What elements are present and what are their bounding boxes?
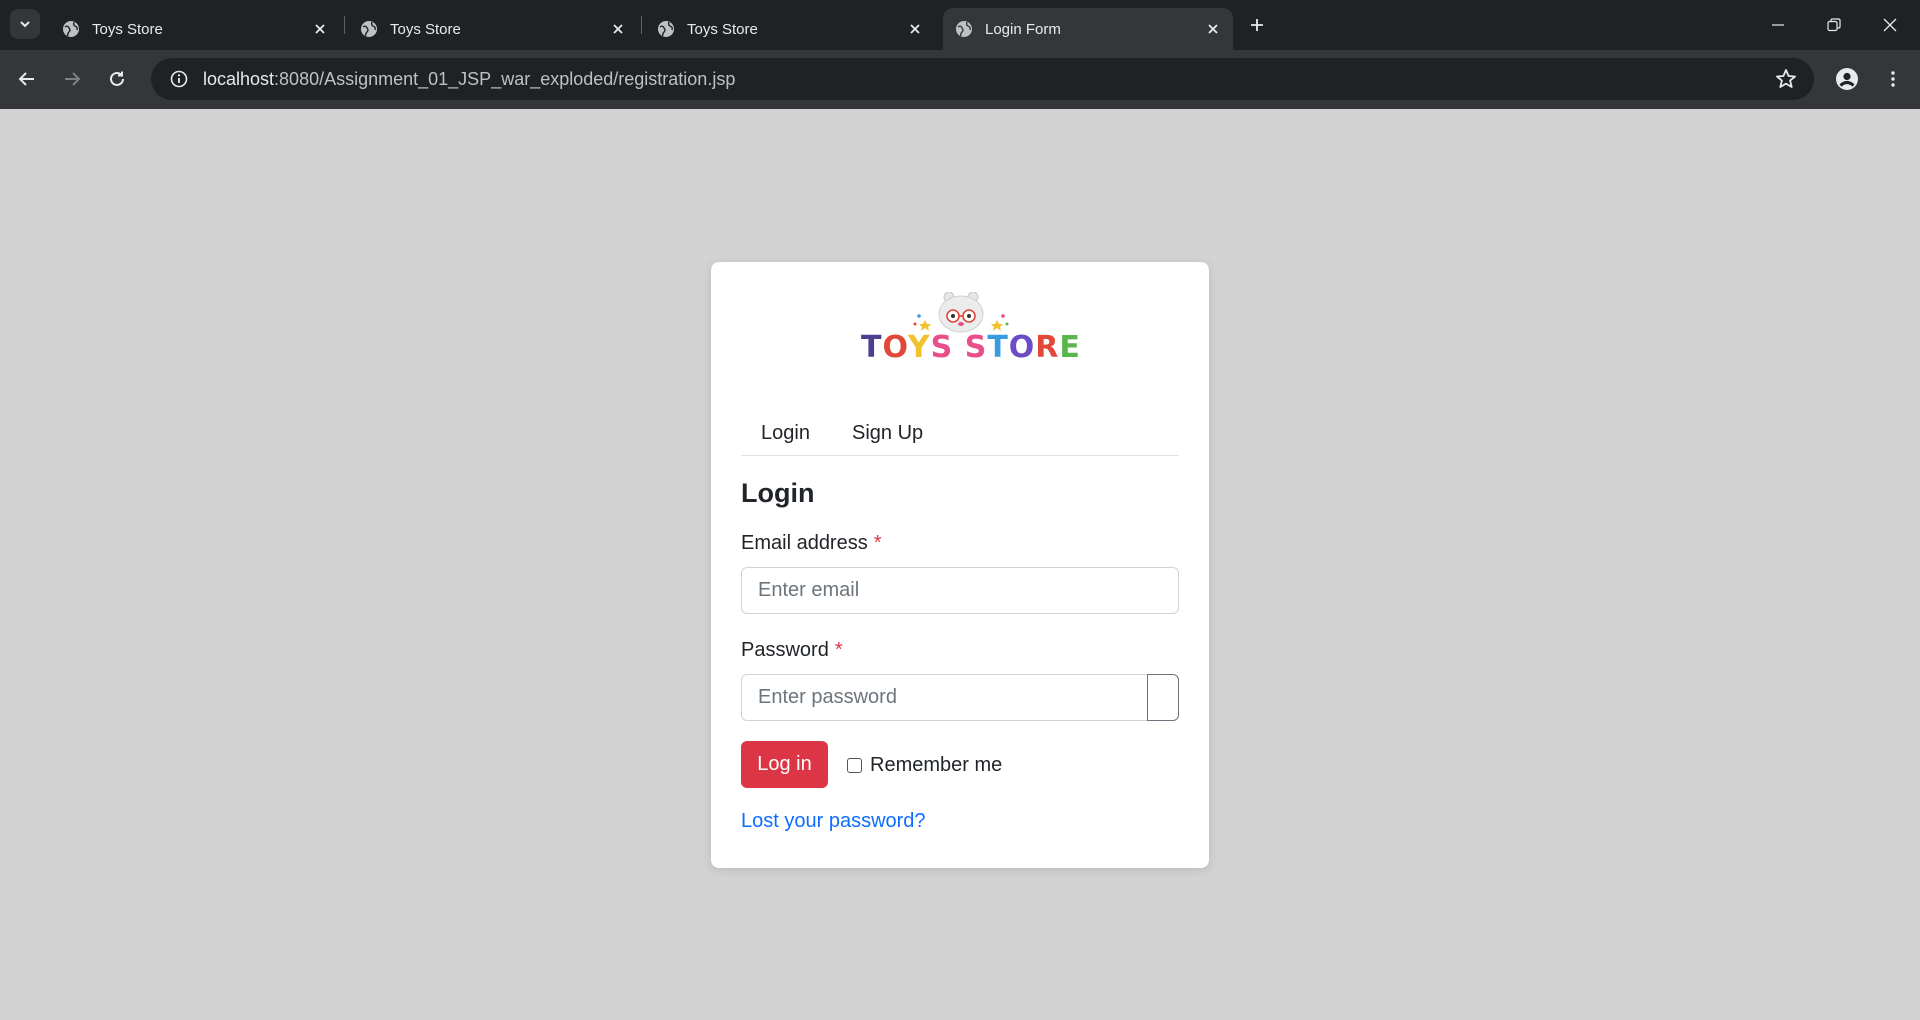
close-tab-icon[interactable] (1201, 17, 1225, 41)
restore-button[interactable] (1806, 0, 1862, 50)
form-heading: Login (741, 478, 815, 508)
back-button[interactable] (11, 63, 43, 95)
browser-tab-3[interactable]: Toys Store (645, 8, 935, 50)
lost-password-link[interactable]: Lost your password? (741, 810, 926, 833)
browser-tab-2[interactable]: Toys Store (348, 8, 638, 50)
logo-letter: Y (907, 330, 931, 365)
logo-letter: S (930, 330, 954, 365)
globe-icon (658, 21, 674, 37)
required-asterisk: * (873, 532, 882, 554)
browser-menu-button[interactable] (1877, 63, 1909, 95)
password-label: Password * (741, 639, 843, 662)
email-label-text: Email address (741, 532, 868, 554)
toys-store-logo: TOYS STORE (861, 292, 1080, 372)
globe-icon (63, 21, 79, 37)
bookmark-star-icon[interactable] (1774, 67, 1798, 91)
tab-login[interactable]: Login (761, 418, 810, 448)
new-tab-button[interactable] (1245, 12, 1269, 38)
tab-separator (344, 16, 345, 34)
logo-letter: T (987, 330, 1009, 365)
login-card: TOYS STORE Login Sign Up Login Email add… (711, 262, 1209, 868)
browser-tab-4-active[interactable]: Login Form (943, 8, 1233, 50)
globe-icon (956, 21, 972, 37)
url-host: localhost (203, 68, 275, 89)
more-vertical-icon (1891, 71, 1895, 87)
browser-tab-1[interactable]: Toys Store (50, 8, 340, 50)
email-field[interactable] (741, 567, 1179, 614)
tab-title: Toys Store (687, 20, 758, 38)
close-tab-icon[interactable] (903, 17, 927, 41)
logo-letter: T (861, 330, 883, 365)
url-text: localhost:8080/Assignment_01_JSP_war_exp… (203, 69, 735, 90)
globe-icon (361, 21, 377, 37)
reload-icon (110, 71, 124, 86)
tab-title: Login Form (985, 20, 1061, 38)
password-field[interactable] (741, 674, 1149, 721)
address-bar[interactable]: localhost:8080/Assignment_01_JSP_war_exp… (151, 58, 1814, 100)
logo-letter: E (1059, 330, 1081, 365)
site-info-button[interactable] (159, 59, 199, 99)
chevron-down-icon (20, 21, 30, 28)
profile-icon (1836, 68, 1858, 90)
plus-icon (1251, 19, 1263, 31)
close-tab-icon[interactable] (606, 17, 630, 41)
logo-letter: S (964, 330, 988, 365)
browser-tab-bar: Toys Store Toys Store Toys Store Login F… (0, 0, 1920, 50)
remember-me-text: Remember me (870, 754, 1003, 776)
browser-toolbar: localhost:8080/Assignment_01_JSP_war_exp… (0, 50, 1920, 109)
forward-button[interactable] (56, 63, 88, 95)
login-button[interactable]: Log in (741, 741, 828, 788)
minimize-button[interactable] (1750, 0, 1806, 50)
toggle-password-visibility-button[interactable] (1147, 674, 1179, 721)
remember-me-checkbox[interactable] (847, 758, 862, 773)
logo-letter: O (882, 330, 908, 365)
logo-letter (953, 330, 964, 365)
logo-text: TOYS STORE (861, 330, 1080, 365)
close-window-button[interactable] (1862, 0, 1918, 50)
tab-search-button[interactable] (10, 9, 40, 39)
arrow-left-icon (18, 72, 34, 86)
logo-letter: R (1035, 330, 1060, 365)
auth-tabs: Login Sign Up (741, 410, 1179, 456)
close-icon (1883, 18, 1897, 32)
password-label-text: Password (741, 639, 829, 661)
restore-icon (1827, 18, 1841, 32)
reload-button[interactable] (101, 63, 133, 95)
required-asterisk: * (834, 639, 843, 661)
logo-letter: O (1008, 330, 1036, 365)
remember-me-checkbox-label[interactable]: Remember me (847, 754, 1002, 777)
minimize-icon (1772, 24, 1784, 26)
info-icon (170, 70, 188, 88)
tab-title: Toys Store (390, 20, 461, 38)
email-label: Email address * (741, 532, 882, 555)
tab-separator (641, 16, 642, 34)
tab-signup[interactable]: Sign Up (852, 418, 923, 448)
close-tab-icon[interactable] (308, 17, 332, 41)
url-path: :8080/Assignment_01_JSP_war_exploded/reg… (274, 68, 736, 89)
arrow-right-icon (65, 72, 81, 86)
tab-title: Toys Store (92, 20, 163, 38)
profile-button[interactable] (1831, 63, 1863, 95)
